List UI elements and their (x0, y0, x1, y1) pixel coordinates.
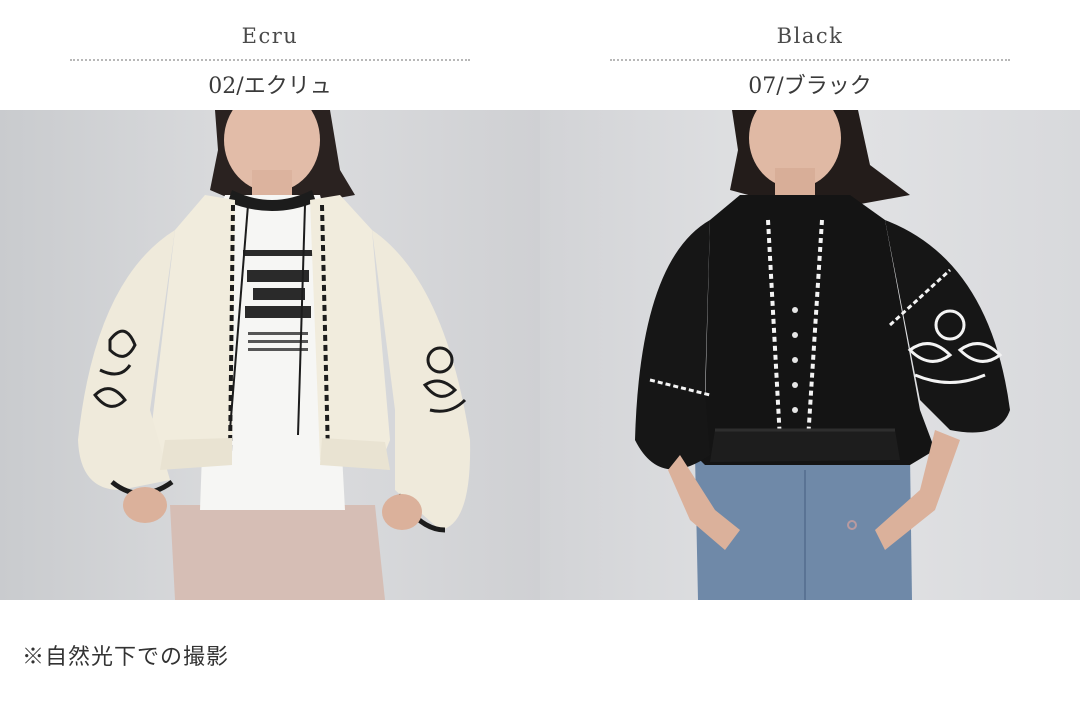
dotted-divider (610, 59, 1010, 61)
product-photo-ecru (0, 110, 540, 600)
color-code-jp: 02/エクリュ (208, 74, 332, 99)
color-name-en: Black (776, 24, 844, 48)
model-photo-icon (540, 110, 1080, 600)
variant-header-ecru: Ecru 02/エクリュ (0, 0, 540, 110)
lighting-note: ※自然光下での撮影 (22, 645, 230, 670)
variant-header-black: Black 07/ブラック (540, 0, 1080, 110)
dotted-divider (70, 59, 470, 61)
model-photo-icon (0, 110, 540, 600)
product-photo-black (540, 110, 1080, 600)
color-code-jp: 07/ブラック (748, 74, 872, 99)
color-name-en: Ecru (241, 24, 299, 48)
